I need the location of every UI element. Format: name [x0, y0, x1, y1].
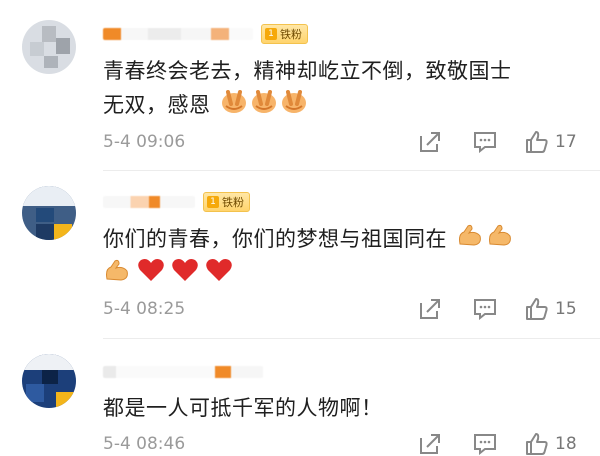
share-button[interactable]: [418, 297, 442, 321]
like-icon: [526, 131, 548, 153]
like-button[interactable]: 17: [525, 130, 577, 154]
comment-text: 你们的青春，你们的梦想与祖国同在: [103, 222, 573, 291]
pray-emoji: [220, 88, 248, 124]
comment-time: 5-4 08:46: [103, 434, 186, 454]
like-count: 17: [555, 132, 577, 152]
comment-text-line: 青春终会老去，精神却屹立不倒，致敬国士: [103, 59, 512, 83]
like-button[interactable]: 15: [525, 297, 577, 321]
comment-icon: [474, 299, 496, 320]
comment-button[interactable]: [473, 130, 497, 154]
like-icon: [526, 298, 548, 320]
comment-meta: 5-4 08:25 15: [103, 297, 583, 321]
comment-divider: [103, 338, 600, 339]
username-row: [103, 362, 263, 382]
heart-emoji: [171, 257, 199, 293]
avatar[interactable]: [22, 186, 76, 240]
comment-icon: [474, 132, 496, 153]
like-button[interactable]: 18: [525, 432, 577, 456]
comment-item: 1 铁粉 你们的青春，你们的梦想与祖国同在 5-4 08:25 15: [0, 170, 600, 340]
share-button[interactable]: [418, 130, 442, 154]
share-icon: [420, 132, 440, 152]
fan-level-icon: 1: [265, 28, 277, 40]
fan-badge-label: 铁粉: [280, 28, 302, 41]
username-row: 1 铁粉: [103, 24, 308, 44]
comment-time: 5-4 08:25: [103, 299, 186, 319]
muscle-emoji: [103, 257, 131, 293]
comment-item: 都是一人可抵千军的人物啊！ 5-4 08:46 18: [0, 340, 600, 455]
share-icon: [420, 299, 440, 319]
fan-badge-label: 铁粉: [222, 196, 244, 209]
username-redacted[interactable]: [103, 28, 253, 40]
pray-emoji: [250, 88, 278, 124]
avatar[interactable]: [22, 354, 76, 408]
like-icon: [526, 433, 548, 455]
comment-button[interactable]: [473, 432, 497, 456]
comment-text-fragment: 无双，感恩: [103, 93, 211, 117]
fan-badge: 1 铁粉: [203, 192, 250, 212]
pray-emoji: [280, 88, 308, 124]
heart-emoji: [205, 257, 233, 293]
comment-meta: 5-4 09:06 17: [103, 130, 583, 154]
username-redacted[interactable]: [103, 196, 195, 208]
comment-text-line: 你们的青春，你们的梦想与祖国同在: [103, 222, 573, 258]
comment-text: 青春终会老去，精神却屹立不倒，致敬国士 无双，感恩: [103, 55, 573, 124]
like-count: 18: [555, 434, 577, 454]
comment-text: 都是一人可抵千军的人物啊！: [103, 392, 573, 425]
comment-item: 1 铁粉 青春终会老去，精神却屹立不倒，致敬国士 无双，感恩 5-4 09:06: [0, 0, 600, 171]
comment-meta: 5-4 08:46 18: [103, 432, 583, 456]
comment-button[interactable]: [473, 297, 497, 321]
muscle-emoji: [456, 222, 484, 258]
comment-text-line: [103, 258, 573, 291]
comment-feed: 1 铁粉 青春终会老去，精神却屹立不倒，致敬国士 无双，感恩 5-4 09:06: [0, 0, 600, 455]
comment-text-fragment: 你们的青春，你们的梦想与祖国同在: [103, 227, 447, 251]
username-redacted[interactable]: [103, 366, 263, 378]
username-row: 1 铁粉: [103, 192, 250, 212]
muscle-emoji: [486, 222, 514, 258]
like-count: 15: [555, 299, 577, 319]
heart-emoji: [137, 257, 165, 293]
comment-time: 5-4 09:06: [103, 132, 186, 152]
share-button[interactable]: [418, 432, 442, 456]
fan-level-icon: 1: [207, 196, 219, 208]
fan-badge: 1 铁粉: [261, 24, 308, 44]
comment-text-line: 都是一人可抵千军的人物啊！: [103, 396, 383, 420]
avatar[interactable]: [22, 20, 76, 74]
comment-text-line: 无双，感恩: [103, 88, 573, 124]
